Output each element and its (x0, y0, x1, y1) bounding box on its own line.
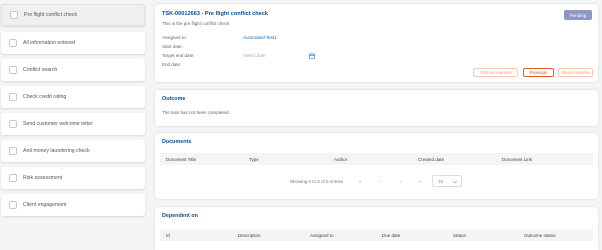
step-label: Risk assessment (23, 175, 63, 181)
target-end-date-label: Target end date: (162, 53, 195, 58)
sidebar-step-all-information-entered[interactable]: All information entered (1, 32, 145, 54)
page-size-value: 10 (438, 179, 444, 184)
step-checkbox[interactable] (10, 11, 18, 19)
assigned-to-link[interactable]: Automated Test1 (243, 35, 277, 40)
column-assigned-to[interactable]: Assigned to (310, 233, 334, 238)
step-label: Anti money laundering check (23, 148, 90, 154)
step-checkbox[interactable] (9, 201, 17, 209)
step-checkbox[interactable] (9, 66, 17, 74)
sidebar-step-conflict-search[interactable]: Conflict search (1, 59, 145, 81)
column-document-title[interactable]: Document Title (166, 157, 196, 162)
first-page-button[interactable]: « (359, 179, 362, 184)
sidebar-step-client-engagement[interactable]: Client engagement (1, 194, 145, 216)
dependent-on-title: Dependent on (162, 213, 198, 219)
status-badge: Pending (564, 10, 592, 20)
step-label: Pre flight conflict check (24, 12, 78, 18)
column-status[interactable]: Status (453, 233, 466, 238)
sidebar-step-risk-assessment[interactable]: Risk assessment (1, 167, 145, 189)
calendar-icon[interactable] (309, 53, 315, 59)
task-sidebar: Pre flight conflict check All informatio… (0, 0, 148, 250)
column-due-date[interactable]: Due date (382, 233, 400, 238)
task-detail-card: TSK-00012663 - Pre flight conflict check… (155, 4, 598, 82)
chevron-down-icon (452, 180, 458, 184)
sidebar-step-anti-money-laundering-check[interactable]: Anti money laundering check (1, 140, 145, 162)
step-label: Check credit rating (23, 94, 67, 100)
mark-complete-button[interactable]: Mark complete (558, 68, 593, 77)
sidebar-step-pre-flight-conflict-check[interactable]: Pre flight conflict check (1, 4, 145, 26)
step-checkbox[interactable] (9, 39, 17, 47)
column-author[interactable]: Author (334, 157, 347, 162)
previous-page-button[interactable]: ‹ (380, 179, 382, 184)
dependent-on-card: Dependent on Id Description Assigned to … (155, 207, 598, 250)
task-title: TSK-00012663 - Pre flight conflict check (162, 11, 269, 17)
documents-table-header: Document Title Type Author Created date … (160, 153, 593, 165)
assigned-to-label: Assigned to: (162, 35, 187, 40)
step-label: Client engagement (23, 202, 67, 208)
next-page-button[interactable]: › (400, 179, 402, 184)
outcome-card: Outcome The task has not been completed. (155, 90, 598, 126)
step-label: Conflict search (23, 67, 58, 73)
step-label: Send customer welcome letter (23, 121, 93, 127)
end-date-label: End date: (162, 62, 182, 67)
step-checkbox[interactable] (9, 147, 17, 155)
step-checkbox[interactable] (9, 93, 17, 101)
column-type[interactable]: Type (249, 157, 259, 162)
step-checkbox[interactable] (9, 174, 17, 182)
column-outcome-status[interactable]: Outcome status (524, 233, 556, 238)
task-description: This is the pre flight conflict check (162, 21, 230, 26)
column-id[interactable]: Id (166, 233, 170, 238)
column-created-date[interactable]: Created date (418, 157, 444, 162)
outcome-title: Outcome (162, 96, 186, 102)
pagination-summary: Showing 0 to 0 of 0 entries (290, 179, 344, 184)
page-size-select[interactable]: 10 (432, 175, 462, 187)
last-page-button[interactable]: » (419, 179, 422, 184)
sidebar-step-send-customer-welcome-letter[interactable]: Send customer welcome letter (1, 113, 145, 135)
dependent-table-header: Id Description Assigned to Due date Stat… (160, 229, 593, 241)
target-end-date-input[interactable]: Select date (243, 53, 266, 58)
column-document-link[interactable]: Document Link (502, 157, 532, 162)
step-label: All information entered (23, 40, 75, 46)
sidebar-step-check-credit-rating[interactable]: Check credit rating (1, 86, 145, 108)
reassign-button[interactable]: Reassign (523, 68, 554, 77)
column-description[interactable]: Description (238, 233, 261, 238)
start-date-label: Start date: (162, 44, 183, 49)
documents-title: Documents (162, 139, 192, 145)
step-checkbox[interactable] (9, 120, 17, 128)
task-not-required-button[interactable]: Task not required (473, 68, 518, 77)
documents-card: Documents Document Title Type Author Cre… (155, 133, 598, 199)
outcome-text: The task has not been completed. (162, 110, 230, 115)
